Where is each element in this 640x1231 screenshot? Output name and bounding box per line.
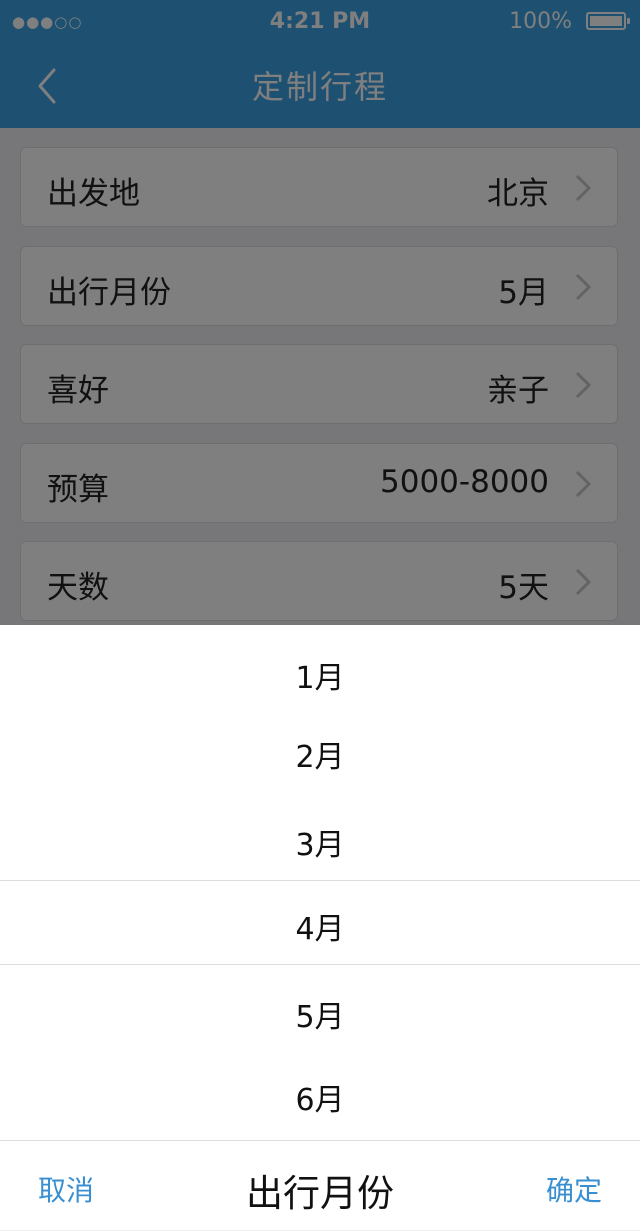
picker-option[interactable]: 5月 [0,992,640,1036]
month-picker: 1月 2月 3月 4月 5月 6月 取消 出行月份 确定 [0,625,640,1230]
selection-indicator-bottom [0,964,640,965]
picker-option[interactable]: 2月 [0,732,640,776]
picker-option-selected[interactable]: 4月 [0,904,640,948]
confirm-button[interactable]: 确定 [546,1169,602,1209]
modal-overlay[interactable] [0,0,640,625]
picker-title: 出行月份 [246,1172,394,1215]
picker-option[interactable]: 6月 [0,1075,640,1119]
selection-indicator-top [0,880,640,881]
picker-option[interactable]: 1月 [0,653,640,697]
picker-option[interactable]: 3月 [0,820,640,864]
picker-toolbar: 取消 出行月份 确定 [0,1140,640,1231]
